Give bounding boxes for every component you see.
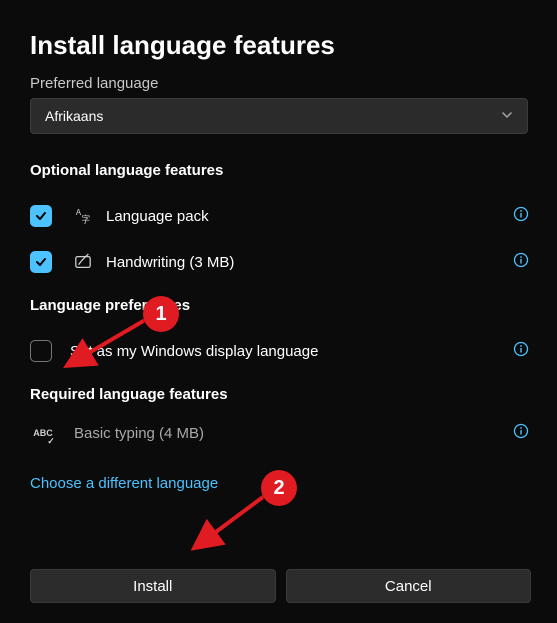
language-preferences-header: Language preferences: [30, 297, 531, 314]
basic-typing-row: ABC Basic typing (4 MB): [30, 417, 531, 449]
info-icon[interactable]: [513, 423, 529, 444]
annotation-badge-1: 1: [143, 296, 179, 332]
dialog-buttons: Install Cancel: [30, 569, 531, 603]
preferred-language-dropdown[interactable]: Afrikaans: [30, 98, 528, 134]
info-icon[interactable]: [513, 341, 529, 362]
basic-typing-label: Basic typing (4 MB): [74, 425, 204, 442]
chevron-down-icon: [501, 108, 513, 124]
language-pack-checkbox[interactable]: [30, 205, 52, 227]
annotation-badge-2: 2: [261, 470, 297, 506]
language-pack-icon: A 字: [70, 207, 96, 225]
cancel-button[interactable]: Cancel: [286, 569, 532, 603]
handwriting-checkbox[interactable]: [30, 251, 52, 273]
handwriting-icon: [70, 253, 96, 271]
choose-different-language-link[interactable]: Choose a different language: [30, 475, 218, 492]
required-features-header: Required language features: [30, 386, 531, 403]
handwriting-label: Handwriting (3 MB): [106, 254, 234, 271]
install-language-dialog: Install language features Preferred lang…: [0, 0, 557, 623]
preferred-language-label: Preferred language: [30, 75, 531, 92]
set-display-language-label: Set as my Windows display language: [70, 343, 318, 360]
svg-text:字: 字: [81, 213, 90, 224]
dropdown-value: Afrikaans: [45, 108, 103, 124]
set-display-language-row: Set as my Windows display language: [30, 328, 531, 374]
basic-typing-icon: ABC: [30, 429, 56, 438]
dialog-title: Install language features: [30, 30, 531, 61]
handwriting-row: Handwriting (3 MB): [30, 239, 531, 285]
language-pack-label: Language pack: [106, 208, 209, 225]
info-icon[interactable]: [513, 206, 529, 227]
language-pack-row: A 字 Language pack: [30, 193, 531, 239]
install-button[interactable]: Install: [30, 569, 276, 603]
info-icon[interactable]: [513, 252, 529, 273]
optional-features-header: Optional language features: [30, 162, 531, 179]
set-display-language-checkbox[interactable]: [30, 340, 52, 362]
